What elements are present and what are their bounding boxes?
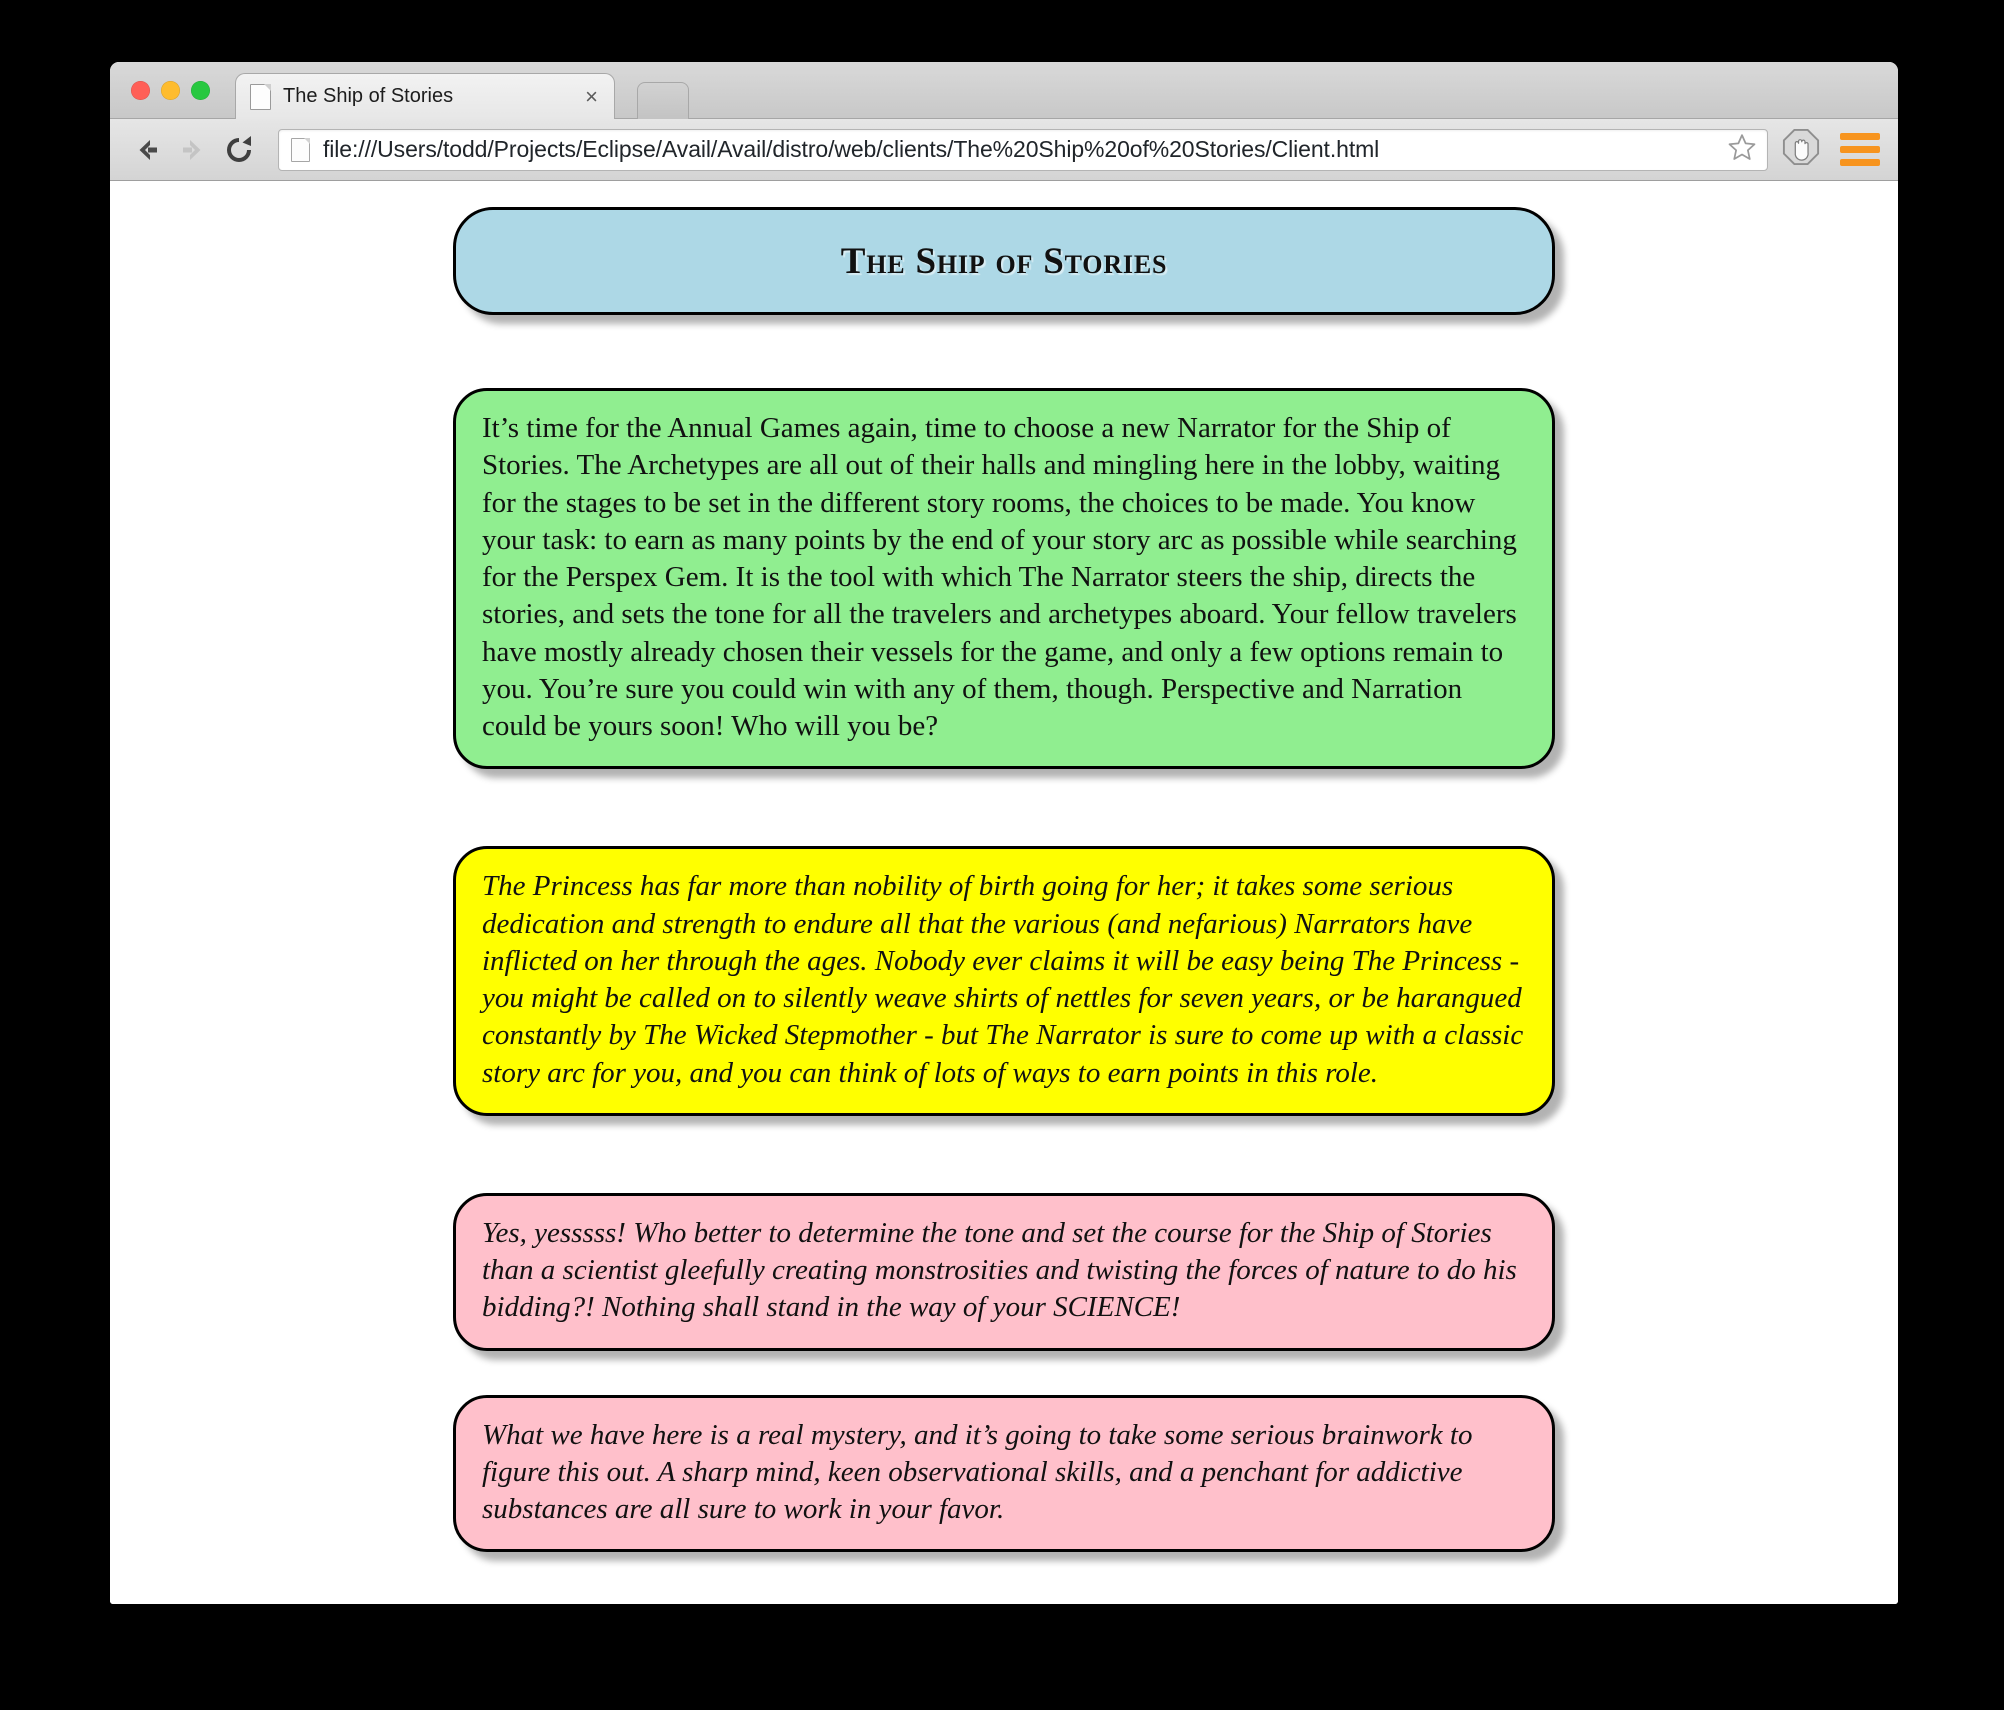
- choice-the-detective[interactable]: What we have here is a real mystery, and…: [453, 1394, 1555, 1553]
- reload-icon[interactable]: [216, 127, 262, 173]
- narrative-box: It’s time for the Annual Games again, ti…: [453, 388, 1555, 770]
- minimize-window-button[interactable]: [161, 81, 180, 100]
- back-arrow-icon[interactable]: [124, 127, 170, 173]
- forward-arrow-icon: [170, 127, 216, 173]
- narrative-text: It’s time for the Annual Games again, ti…: [482, 412, 1517, 742]
- choice-the-mad-scientist[interactable]: Yes, yesssss! Who better to determine th…: [453, 1192, 1555, 1351]
- adblock-hand-icon[interactable]: [1782, 128, 1820, 171]
- address-bar[interactable]: file:///Users/todd/Projects/Eclipse/Avai…: [278, 128, 1768, 171]
- menu-bar-3: [1840, 159, 1880, 166]
- page-title: The Ship of Stories: [840, 240, 1168, 282]
- url-input[interactable]: file:///Users/todd/Projects/Eclipse/Avai…: [323, 136, 1719, 163]
- choice-the-princess[interactable]: The Princess has far more than nobility …: [453, 846, 1555, 1116]
- tab-strip: The Ship of Stories ×: [110, 62, 1898, 119]
- choice-text: Yes, yesssss! Who better to determine th…: [482, 1216, 1517, 1324]
- choice-text: What we have here is a real mystery, and…: [482, 1418, 1473, 1526]
- hamburger-menu-icon[interactable]: [1840, 130, 1880, 170]
- page-content: The Ship of Stories It’s time for the An…: [453, 207, 1555, 1604]
- page-favicon-icon: [291, 137, 310, 162]
- menu-bar-2: [1840, 146, 1880, 153]
- tab-title: The Ship of Stories: [283, 85, 454, 107]
- close-icon[interactable]: ×: [581, 85, 602, 108]
- star-icon[interactable]: [1727, 132, 1757, 167]
- choice-text: The Princess has far more than nobility …: [482, 870, 1524, 1089]
- menu-bar-1: [1840, 133, 1880, 140]
- zoom-window-button[interactable]: [191, 81, 210, 100]
- close-window-button[interactable]: [131, 81, 150, 100]
- browser-tab[interactable]: The Ship of Stories ×: [235, 73, 615, 119]
- page-viewport: The Ship of Stories It’s time for the An…: [110, 181, 1898, 1604]
- window-controls: [131, 81, 210, 100]
- browser-window: The Ship of Stories × file:///Users/todd…: [110, 62, 1898, 1604]
- new-tab-button[interactable]: [637, 82, 689, 119]
- page-title-banner: The Ship of Stories: [453, 207, 1555, 315]
- document-icon: [250, 83, 271, 110]
- browser-toolbar: file:///Users/todd/Projects/Eclipse/Avai…: [110, 119, 1898, 181]
